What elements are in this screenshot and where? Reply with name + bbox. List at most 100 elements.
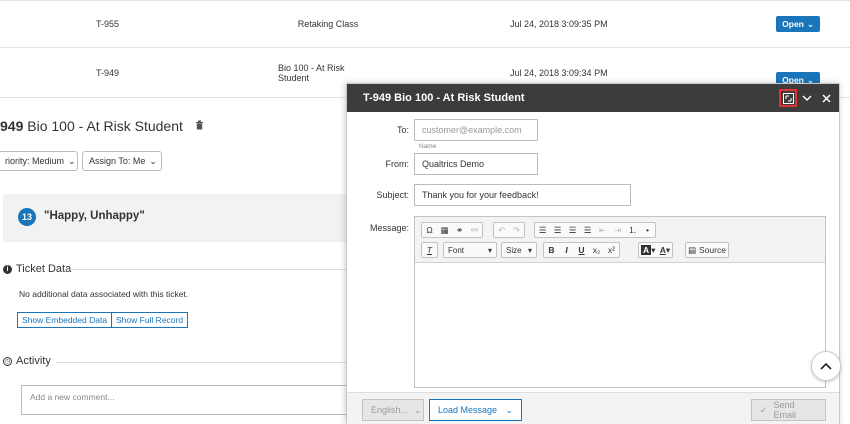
size-label: Size xyxy=(506,245,522,255)
subscript-icon[interactable]: x₂ xyxy=(589,243,604,257)
caret-down-icon: ▾ xyxy=(527,245,532,255)
bullet-list-icon[interactable]: • xyxy=(640,223,655,237)
align-group: ☰ ☰ ☰ ☰ ⇤ ⇥ ⒈ • xyxy=(534,222,656,238)
priority-dropdown[interactable]: riority: Medium ⌄ xyxy=(0,151,78,171)
trash-icon[interactable] xyxy=(195,120,204,133)
text-color-icon[interactable]: A ▾ xyxy=(657,243,672,257)
info-icon: i xyxy=(3,264,12,274)
size-dropdown[interactable]: Size ▾ xyxy=(501,242,537,258)
panel-title: T-949 Bio 100 - At Risk Student xyxy=(363,92,525,104)
redo-icon[interactable]: ↷ xyxy=(509,223,524,237)
align-center-icon[interactable]: ☰ xyxy=(550,223,565,237)
history-group: ↶ ↷ xyxy=(493,222,525,238)
ticket-date: Jul 24, 2018 3:09:35 PM xyxy=(510,19,608,29)
chevron-down-icon: ⌄ xyxy=(68,155,76,166)
align-right-icon[interactable]: ☰ xyxy=(565,223,580,237)
divider xyxy=(56,362,348,363)
clear-format-icon[interactable]: T xyxy=(422,243,437,257)
source-group: ▤ Source xyxy=(685,242,729,258)
ticket-id: T-955 xyxy=(96,19,120,29)
italic-icon[interactable]: I xyxy=(559,243,574,257)
font-label: Font xyxy=(448,245,465,255)
send-email-button[interactable]: ✓ Send Email xyxy=(751,399,826,421)
response-text: "Happy, Unhappy" xyxy=(44,210,145,222)
from-label: From: xyxy=(385,159,410,169)
ticket-title: 949 Bio 100 - At Risk Student xyxy=(0,118,204,134)
numbered-list-icon[interactable]: ⒈ xyxy=(625,223,640,237)
expand-icon[interactable] xyxy=(779,89,797,107)
insert-group: Ω ▦ ⚭ ⚯ xyxy=(421,222,483,238)
bold-icon[interactable]: B xyxy=(544,243,559,257)
link-icon[interactable]: ⚭ xyxy=(452,223,467,237)
ticket-data-heading: i Ticket Data xyxy=(3,263,71,275)
assign-dropdown[interactable]: Assign To: Me ⌄ xyxy=(82,151,162,171)
message-body[interactable] xyxy=(415,263,825,387)
message-editor: Ω ▦ ⚭ ⚯ ↶ ↷ ☰ ☰ ☰ ☰ ⇤ ⇥ ⒈ • T Font ▾ Siz… xyxy=(414,216,826,388)
outdent-icon[interactable]: ⇤ xyxy=(595,223,610,237)
superscript-icon[interactable]: x² xyxy=(604,243,619,257)
show-full-record-button[interactable]: Show Full Record xyxy=(111,312,189,328)
ticket-id: T-949 xyxy=(96,67,120,78)
editor-toolbar: Ω ▦ ⚭ ⚯ ↶ ↷ ☰ ☰ ☰ ☰ ⇤ ⇥ ⒈ • T Font ▾ Siz… xyxy=(415,217,825,263)
panel-footer: English... ⌄ Load Message ⌄ ✓ Send Email xyxy=(347,392,839,424)
source-button[interactable]: ▤ Source xyxy=(686,243,728,257)
assign-label: Assign To: Me xyxy=(89,156,146,166)
language-label: English... xyxy=(371,405,409,415)
check-icon: ✓ xyxy=(760,404,768,415)
chevron-down-icon: ⌄ xyxy=(414,404,422,415)
chevron-up-icon xyxy=(820,362,832,370)
comment-input[interactable]: Add a new comment... xyxy=(21,385,351,415)
message-label: Message: xyxy=(369,223,409,233)
ticket-title-name: Bio 100 - At Risk Student xyxy=(27,118,183,134)
chevron-down-icon: ⌄ xyxy=(505,404,513,415)
no-data-text: No additional data associated with this … xyxy=(19,289,189,299)
clear-format-group: T xyxy=(421,242,438,258)
color-group: A ▾ A ▾ xyxy=(638,242,674,258)
panel-header: T-949 Bio 100 - At Risk Student xyxy=(347,84,839,112)
table-row[interactable]: T-955 Retaking Class Jul 24, 2018 3:09:3… xyxy=(0,0,850,48)
divider xyxy=(70,269,348,270)
chevron-down-icon: ⌄ xyxy=(149,155,157,166)
open-button[interactable]: Open ⌄ xyxy=(776,16,820,32)
name-hint: Name xyxy=(419,143,437,150)
language-dropdown[interactable]: English... ⌄ xyxy=(362,399,424,421)
open-label: Open xyxy=(782,19,804,29)
show-embedded-data-button[interactable]: Show Embedded Data xyxy=(17,312,113,328)
load-message-dropdown[interactable]: Load Message ⌄ xyxy=(429,399,522,421)
underline-icon[interactable]: U xyxy=(574,243,589,257)
background-color-icon[interactable]: A ▾ xyxy=(639,243,657,257)
scroll-top-button[interactable] xyxy=(811,351,841,381)
response-number-badge: 13 xyxy=(18,208,36,226)
close-icon[interactable] xyxy=(817,89,835,107)
to-label: To: xyxy=(396,125,409,135)
subject-label: Subject: xyxy=(376,190,409,200)
load-message-label: Load Message xyxy=(438,405,498,415)
email-compose-panel: T-949 Bio 100 - At Risk Student To: cust… xyxy=(346,83,840,424)
table-icon[interactable]: ▦ xyxy=(437,223,452,237)
align-justify-icon[interactable]: ☰ xyxy=(580,223,595,237)
clock-icon: ◷ xyxy=(3,356,12,366)
subject-input[interactable]: Thank you for your feedback! xyxy=(414,184,631,206)
format-group: B I U x₂ x² xyxy=(543,242,620,258)
ticket-name: Retaking Class xyxy=(297,19,359,29)
source-icon: ▤ xyxy=(688,244,697,255)
chevron-down-icon[interactable] xyxy=(798,89,816,107)
ticket-data-label: Ticket Data xyxy=(16,263,72,275)
to-input[interactable]: customer@example.com xyxy=(414,119,538,141)
caret-down-icon: ▾ xyxy=(487,245,492,255)
chevron-down-icon: ⌄ xyxy=(806,18,814,29)
special-char-icon[interactable]: Ω xyxy=(422,223,437,237)
send-email-label: Send Email xyxy=(773,400,797,420)
ticket-title-id: 949 xyxy=(0,118,24,134)
priority-label: riority: Medium xyxy=(5,156,65,166)
response-box: 13 "Happy, Unhappy" xyxy=(3,194,348,242)
source-label: Source xyxy=(699,245,726,255)
activity-heading: ◷ Activity xyxy=(3,355,51,367)
indent-icon[interactable]: ⇥ xyxy=(610,223,625,237)
font-dropdown[interactable]: Font ▾ xyxy=(443,242,497,258)
unlink-icon[interactable]: ⚯ xyxy=(467,223,482,237)
align-left-icon[interactable]: ☰ xyxy=(535,223,550,237)
activity-label: Activity xyxy=(16,355,51,367)
from-input[interactable]: Qualtrics Demo xyxy=(414,153,538,175)
undo-icon[interactable]: ↶ xyxy=(494,223,509,237)
